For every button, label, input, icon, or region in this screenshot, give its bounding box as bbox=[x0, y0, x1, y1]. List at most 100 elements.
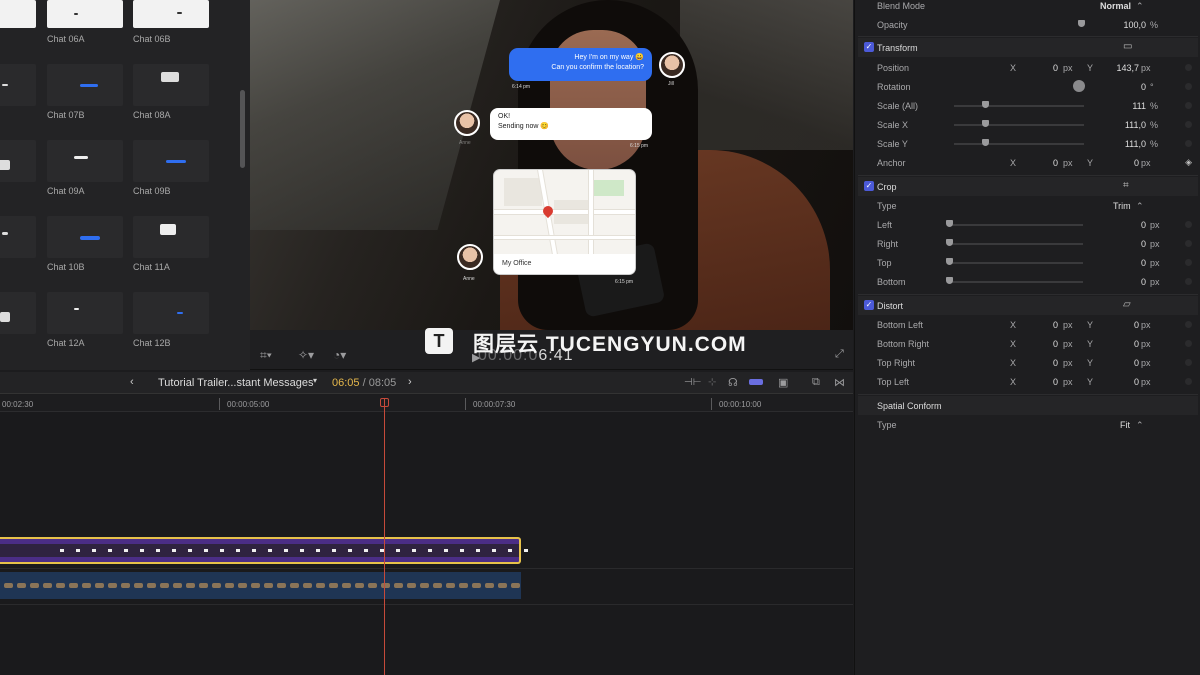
keyframe-icon[interactable] bbox=[1185, 221, 1192, 228]
chevron-updown-icon[interactable]: ⌃ bbox=[1136, 420, 1144, 431]
playhead[interactable] bbox=[384, 398, 385, 675]
thumbnail-chat-09b[interactable] bbox=[133, 140, 209, 182]
audio-skimming-icon[interactable]: ⊹ bbox=[708, 377, 716, 388]
checkbox[interactable]: ✓ bbox=[864, 181, 874, 191]
snapping-icon[interactable] bbox=[749, 379, 763, 385]
chevron-updown-icon[interactable]: ⌃ bbox=[1136, 1, 1144, 12]
crop-bottom-row[interactable]: Bottom 0 px bbox=[858, 272, 1198, 291]
y-value[interactable]: 0 bbox=[1103, 320, 1139, 330]
crop-section[interactable]: ✓ Crop ⌗ bbox=[858, 177, 1198, 196]
video-clip[interactable] bbox=[0, 572, 521, 599]
position-x-value[interactable]: 0 bbox=[1033, 63, 1058, 73]
crop-left-slider-knob[interactable] bbox=[946, 220, 953, 227]
crop-bottom-value[interactable]: 0 bbox=[1108, 277, 1146, 287]
transform-onscreen-icon[interactable]: ▭ bbox=[1123, 41, 1132, 52]
viewer[interactable]: Hey I'm on my way 😀 Can you confirm the … bbox=[250, 0, 853, 330]
forward-arrow-icon[interactable]: › bbox=[408, 376, 412, 388]
keyframe-icon[interactable] bbox=[1185, 259, 1192, 266]
crop-right-slider-knob[interactable] bbox=[946, 239, 953, 246]
crop-left-value[interactable]: 0 bbox=[1108, 220, 1146, 230]
thumbnail[interactable] bbox=[0, 216, 36, 258]
scale-y-row[interactable]: Scale Y 111,0 % bbox=[858, 134, 1198, 153]
rotation-value[interactable]: 0 bbox=[1108, 82, 1146, 92]
crop-left-slider[interactable] bbox=[948, 224, 1083, 226]
bottom-right-row[interactable]: Bottom Right X 0 px Y 0 px bbox=[858, 334, 1198, 353]
y-value[interactable]: 0 bbox=[1103, 358, 1139, 368]
keyframe-icon[interactable] bbox=[1185, 121, 1192, 128]
position-y-value[interactable]: 143,7 bbox=[1103, 63, 1139, 73]
spatial-conform-section[interactable]: Spatial Conform bbox=[858, 396, 1198, 415]
opacity-slider-knob[interactable] bbox=[1078, 20, 1085, 27]
keyframe-icon[interactable] bbox=[1185, 240, 1192, 247]
crop-top-slider-knob[interactable] bbox=[946, 258, 953, 265]
crop-onscreen-icon[interactable]: ⌗ bbox=[1123, 180, 1129, 191]
transform-section[interactable]: ✓ Transform ▭ bbox=[858, 38, 1198, 57]
checkbox[interactable]: ✓ bbox=[864, 300, 874, 310]
thumbnail-chat-06a[interactable] bbox=[47, 0, 123, 28]
rotation-dial-icon[interactable] bbox=[1073, 80, 1085, 92]
crop-top-slider[interactable] bbox=[948, 262, 1083, 264]
solo-headphones-icon[interactable]: ☊ bbox=[728, 376, 738, 389]
clip-appearance-icon[interactable]: ▣ bbox=[778, 376, 788, 389]
blend-mode-row[interactable]: Blend Mode Normal ⌃ bbox=[858, 0, 1198, 15]
thumbnail-chat-08a[interactable] bbox=[133, 64, 209, 106]
anchor-row[interactable]: Anchor X 0 px Y 0 px ◈ bbox=[858, 153, 1198, 172]
thumbnail[interactable] bbox=[0, 292, 36, 334]
keyframe-icon[interactable] bbox=[1185, 83, 1192, 90]
keyframe-icon[interactable] bbox=[1185, 140, 1192, 147]
scale-all-value[interactable]: 111 bbox=[1108, 101, 1146, 111]
scale-y-slider-knob[interactable] bbox=[982, 139, 989, 146]
keyframe-icon[interactable] bbox=[1185, 340, 1192, 347]
enhance-wand-icon[interactable]: ✧▾ bbox=[298, 348, 314, 362]
opacity-value[interactable]: 100,0 bbox=[1108, 20, 1146, 30]
checkbox[interactable]: ✓ bbox=[864, 42, 874, 52]
chevron-updown-icon[interactable]: ⌃ bbox=[1136, 201, 1144, 212]
spatial-conform-value[interactable]: Fit bbox=[1120, 420, 1130, 430]
scale-all-slider[interactable] bbox=[954, 105, 1084, 107]
top-left-row[interactable]: Top Left X 0 px Y 0 px bbox=[858, 372, 1198, 391]
y-value[interactable]: 0 bbox=[1103, 377, 1139, 387]
keyframe-icon[interactable] bbox=[1185, 359, 1192, 366]
scale-all-row[interactable]: Scale (All) 111 % bbox=[858, 96, 1198, 115]
browser-scrollbar[interactable] bbox=[240, 90, 245, 168]
title-clip[interactable] bbox=[0, 537, 528, 564]
crop-right-value[interactable]: 0 bbox=[1108, 239, 1146, 249]
thumbnail-chat-07b[interactable] bbox=[47, 64, 123, 106]
back-arrow-icon[interactable]: ‹ bbox=[130, 376, 134, 388]
project-name[interactable]: Tutorial Trailer...stant Messages bbox=[158, 377, 314, 389]
keyframe-icon[interactable] bbox=[1185, 321, 1192, 328]
thumbnail-chat-11a[interactable] bbox=[133, 216, 209, 258]
scale-x-slider[interactable] bbox=[954, 124, 1084, 126]
scale-x-slider-knob[interactable] bbox=[982, 120, 989, 127]
distort-section[interactable]: ✓ Distort ▱ bbox=[858, 296, 1198, 315]
crop-top-row[interactable]: Top 0 px bbox=[858, 253, 1198, 272]
x-value[interactable]: 0 bbox=[1033, 358, 1058, 368]
skimming-icon[interactable]: ⊣⊢ bbox=[684, 377, 701, 388]
thumbnail[interactable] bbox=[0, 64, 36, 106]
crop-left-row[interactable]: Left 0 px bbox=[858, 215, 1198, 234]
scale-x-value[interactable]: 111,0 bbox=[1108, 120, 1146, 130]
crop-bottom-slider[interactable] bbox=[948, 281, 1083, 283]
keyframe-icon[interactable] bbox=[1185, 378, 1192, 385]
scale-x-row[interactable]: Scale X 111,0 % bbox=[858, 115, 1198, 134]
scale-all-slider-knob[interactable] bbox=[982, 101, 989, 108]
reset-diamond-icon[interactable]: ◈ bbox=[1185, 157, 1192, 168]
fullscreen-icon[interactable]: ⤢ bbox=[835, 348, 844, 361]
x-value[interactable]: 0 bbox=[1033, 320, 1058, 330]
thumbnail[interactable] bbox=[0, 140, 36, 182]
scale-y-value[interactable]: 111,0 bbox=[1108, 139, 1146, 149]
opacity-row[interactable]: Opacity 100,0 % bbox=[858, 15, 1198, 34]
effects-browser-icon[interactable]: ⋈ bbox=[834, 376, 845, 389]
thumbnail[interactable] bbox=[0, 0, 36, 28]
crop-right-slider[interactable] bbox=[948, 243, 1083, 245]
position-row[interactable]: Position X 0 px Y 143,7 px bbox=[858, 58, 1198, 77]
anchor-y-value[interactable]: 0 bbox=[1103, 158, 1139, 168]
bottom-left-row[interactable]: Bottom Left X 0 px Y 0 px bbox=[858, 315, 1198, 334]
thumbnail-chat-10b[interactable] bbox=[47, 216, 123, 258]
y-value[interactable]: 0 bbox=[1103, 339, 1139, 349]
keyframe-icon[interactable] bbox=[1185, 278, 1192, 285]
thumbnail-chat-09a[interactable] bbox=[47, 140, 123, 182]
crop-tool-icon[interactable]: ⌗▾ bbox=[260, 348, 272, 363]
x-value[interactable]: 0 bbox=[1033, 377, 1058, 387]
speed-icon[interactable]: ◔▾ bbox=[333, 348, 346, 362]
